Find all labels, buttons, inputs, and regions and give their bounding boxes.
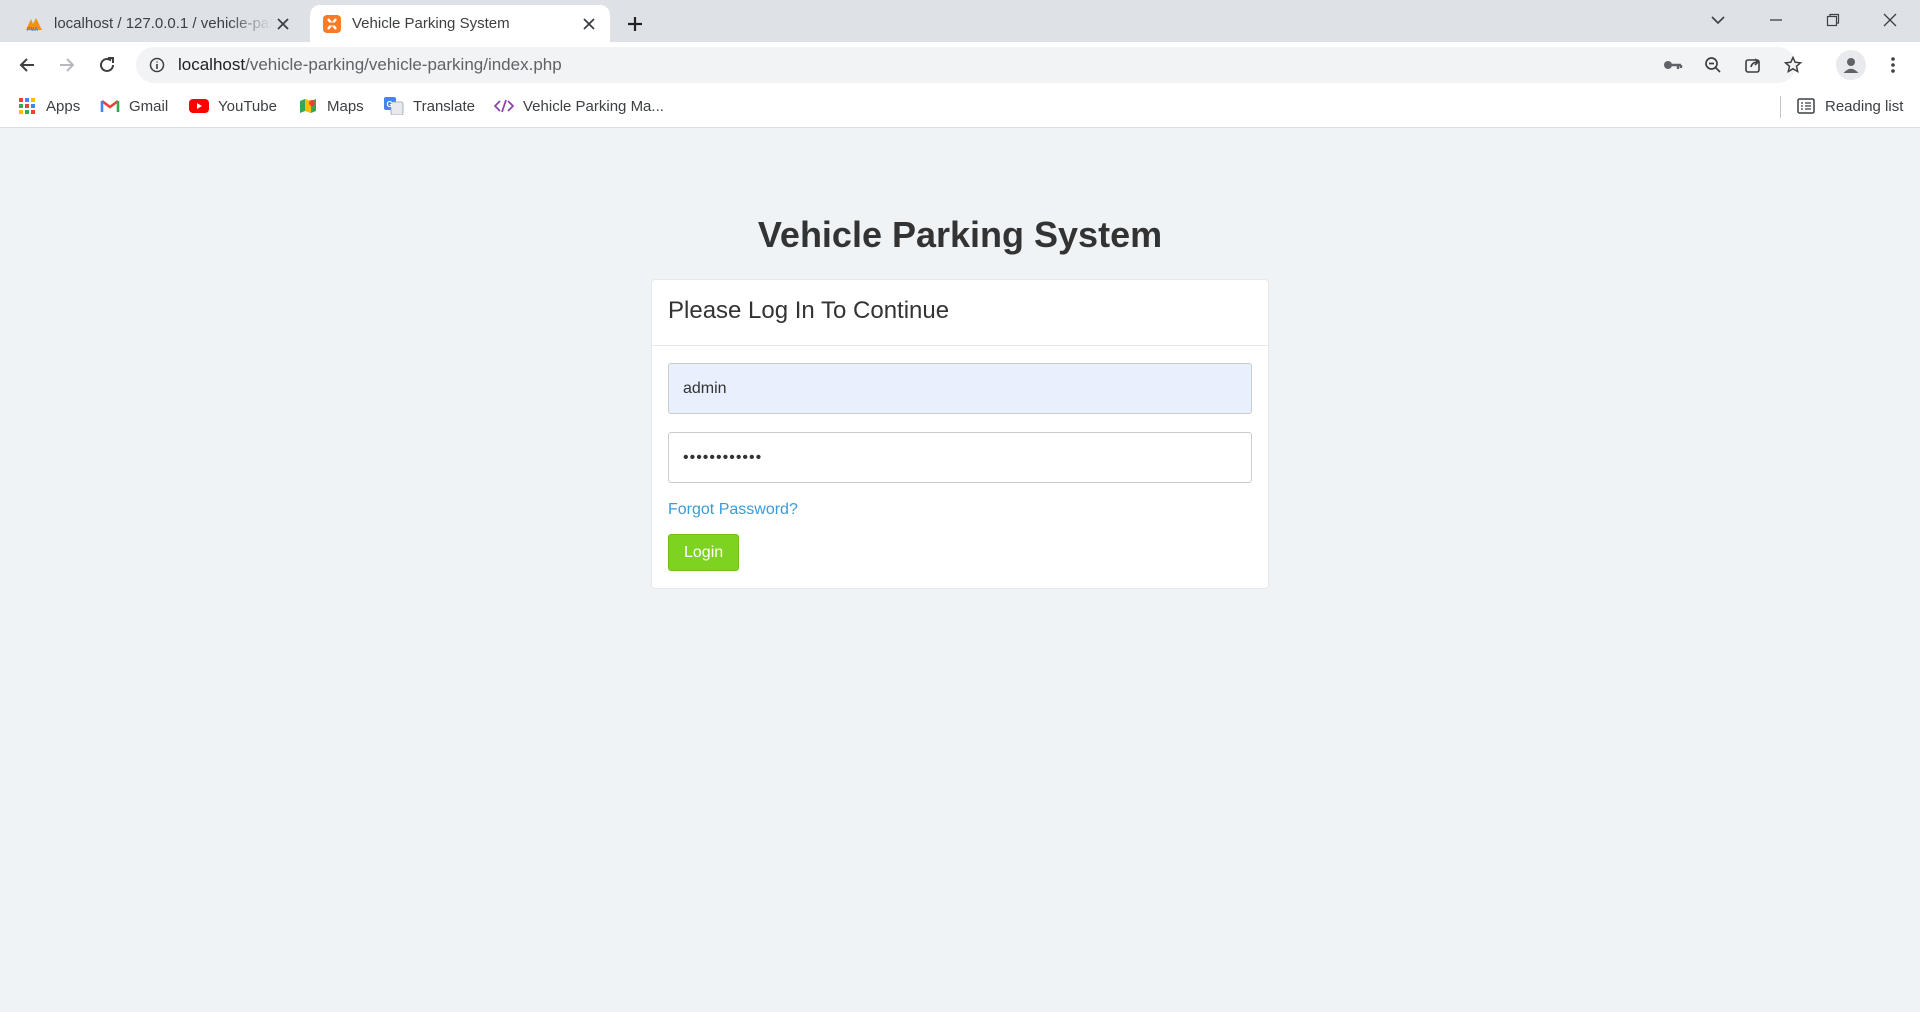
minimize-icon [1770,19,1782,21]
bookmark-label: Apps [46,97,81,115]
youtube-icon [189,96,209,116]
bookmark-label: Translate [413,97,475,115]
bookmark-vehicle-parking[interactable]: Vehicle Parking Ma... [494,88,664,124]
bookmark-apps[interactable]: Apps [17,88,80,124]
translate-icon: G [384,96,404,116]
chevron-down-icon [1711,16,1725,25]
reload-icon [100,57,114,72]
password-input[interactable] [668,432,1252,483]
bookmark-maps[interactable]: Maps [298,88,364,124]
bookmarks-bar: Apps Gmail YouTube Maps G Translate Vehi… [0,88,1920,128]
bookmark-star-icon[interactable] [1779,51,1807,79]
forgot-password-link[interactable]: Forgot Password? [668,501,798,519]
bookmark-label: Gmail [129,97,169,115]
restore-button[interactable] [1805,0,1861,40]
browser-menu-button[interactable] [1879,51,1907,79]
tab-title: localhost / 127.0.0.1 / vehicle-parking [54,15,272,32]
url-host: localhost [178,55,246,74]
profile-avatar[interactable] [1836,50,1866,80]
tab-search-button[interactable] [1690,0,1746,40]
kebab-menu-icon [1891,57,1895,73]
browser-toolbar: localhost/vehicle-parking/vehicle-parkin… [0,42,1920,88]
reading-list-button[interactable]: Reading list [1796,88,1903,124]
person-icon [1843,58,1859,73]
arrow-left-icon [19,58,34,72]
forward-button[interactable] [53,51,81,79]
close-icon [1883,13,1897,27]
bookmark-gmail[interactable]: Gmail [100,88,168,124]
xampp-icon [322,14,342,34]
login-button[interactable]: Login [668,534,740,571]
svg-text:PMA: PMA [27,27,39,32]
zoom-out-icon[interactable] [1699,51,1727,79]
close-tab-icon[interactable] [272,13,294,35]
site-info-icon[interactable] [143,51,171,79]
login-panel: Please Log In To Continue Forgot Passwor… [651,279,1269,589]
maps-icon [298,96,318,116]
svg-text:G: G [387,100,393,109]
address-bar[interactable]: localhost/vehicle-parking/vehicle-parkin… [136,47,1802,83]
tab-vehicle-parking[interactable]: Vehicle Parking System [310,5,610,42]
bookmark-label: YouTube [218,97,277,115]
username-input[interactable] [668,363,1252,414]
reading-list-label: Reading list [1825,97,1904,115]
apps-grid-icon [17,96,37,116]
bookmark-label: Maps [327,97,364,115]
close-tab-icon[interactable] [578,13,600,35]
panel-heading: Please Log In To Continue [652,280,1268,346]
restore-icon [1826,13,1840,27]
reload-button[interactable] [93,51,121,79]
phpmyadmin-icon: PMA [24,14,44,34]
url-path: /vehicle-parking/vehicle-parking/index.p… [245,55,562,74]
bookmark-translate[interactable]: G Translate [384,88,475,124]
minimize-button[interactable] [1748,0,1804,40]
bookmarks-divider [1780,96,1781,118]
tab-strip: PMA localhost / 127.0.0.1 / vehicle-park… [0,0,1920,42]
plus-icon [628,17,642,31]
code-link-icon [494,96,514,116]
share-icon[interactable] [1739,51,1767,79]
url-text: localhost/vehicle-parking/vehicle-parkin… [178,47,562,83]
bookmark-youtube[interactable]: YouTube [189,88,277,124]
close-window-button[interactable] [1862,0,1918,40]
reading-list-icon [1796,96,1816,116]
key-icon[interactable] [1659,51,1687,79]
tab-phpmyadmin[interactable]: PMA localhost / 127.0.0.1 / vehicle-park… [12,5,304,42]
gmail-icon [100,96,120,116]
back-button[interactable] [13,51,41,79]
tab-title: Vehicle Parking System [352,15,510,32]
page-title: Vehicle Parking System [757,214,1163,255]
arrow-right-icon [60,58,75,72]
new-tab-button[interactable] [621,10,649,38]
bookmark-label: Vehicle Parking Ma... [523,97,664,115]
